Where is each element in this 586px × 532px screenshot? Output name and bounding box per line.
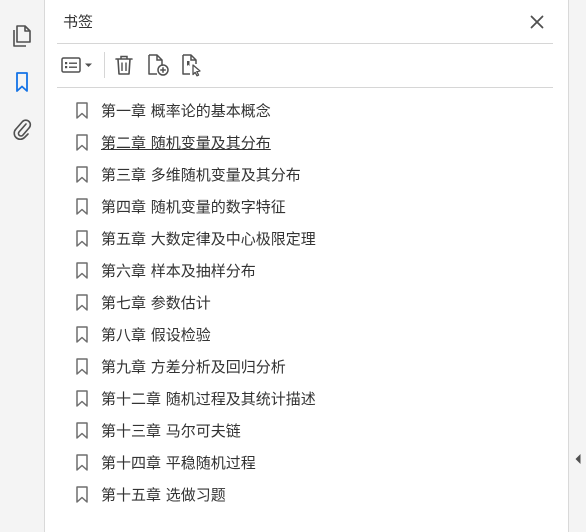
- collapse-panel-button[interactable]: [573, 453, 583, 465]
- bookmark-label: 第九章 方差分析及回归分析: [101, 357, 286, 376]
- delete-icon: [115, 55, 133, 75]
- bookmark-item[interactable]: 第五章 大数定律及中心极限定理: [75, 222, 316, 254]
- close-panel-button[interactable]: [527, 12, 547, 32]
- bookmark-item[interactable]: 第九章 方差分析及回归分析: [75, 350, 316, 382]
- options-menu-icon: [61, 57, 92, 73]
- bookmark-label: 第七章 参数估计: [101, 293, 211, 312]
- bookmark-icon: [75, 421, 89, 439]
- panel-title: 书签: [63, 13, 94, 31]
- bookmark-icon: [75, 293, 89, 311]
- bookmark-icon: [75, 165, 89, 183]
- bookmark-label: 第三章 多维随机变量及其分布: [101, 165, 301, 184]
- bookmark-label: 第十三章 马尔可夫链: [101, 421, 241, 440]
- bookmark-icon: [75, 357, 89, 375]
- chevron-left-icon: [575, 454, 581, 464]
- bookmark-icon: [75, 485, 89, 503]
- bookmark-item[interactable]: 第四章 随机变量的数字特征: [75, 190, 316, 222]
- bookmark-item[interactable]: 第十二章 随机过程及其统计描述: [75, 382, 316, 414]
- bookmark-item[interactable]: 第十三章 马尔可夫链: [75, 414, 316, 446]
- bookmarks-panel: 书签 第一章 概率论的基本概念 第二章 随机变量及其分布 第三章 多维随机变量及…: [45, 0, 568, 532]
- bookmark-item[interactable]: 第十四章 平稳随机过程: [75, 446, 316, 478]
- bookmark-icon: [75, 389, 89, 407]
- bookmark-icon: [75, 261, 89, 279]
- bookmark-label: 第四章 随机变量的数字特征: [101, 197, 286, 216]
- bookmark-item[interactable]: 第三章 多维随机变量及其分布: [75, 158, 316, 190]
- page-thumbnails-icon: [13, 25, 31, 47]
- bookmark-icon: [16, 72, 28, 92]
- header-divider: [57, 43, 553, 44]
- bookmark-icon: [75, 453, 89, 471]
- attachments-button[interactable]: [10, 117, 34, 141]
- bookmark-icon: [75, 133, 89, 151]
- bookmark-item[interactable]: 第七章 参数估计: [75, 286, 316, 318]
- options-menu-button[interactable]: [59, 52, 97, 78]
- close-icon: [530, 15, 544, 29]
- right-pane-edge: [568, 0, 586, 532]
- bookmark-icon: [75, 229, 89, 247]
- navigation-rail: [0, 0, 45, 532]
- bookmark-label: 第五章 大数定律及中心极限定理: [101, 229, 316, 248]
- bookmark-item[interactable]: 第十五章 选做习题: [75, 478, 316, 510]
- bookmark-icon: [75, 101, 89, 119]
- bookmark-from-structure-button[interactable]: [179, 52, 205, 78]
- delete-bookmark-button[interactable]: [111, 52, 137, 78]
- bookmark-icon: [75, 325, 89, 343]
- page-thumbnails-button[interactable]: [10, 24, 34, 48]
- bookmark-label: 第一章 概率论的基本概念: [101, 101, 271, 120]
- new-bookmark-icon: [148, 54, 169, 76]
- chevron-down-icon: [85, 63, 92, 67]
- bookmark-label: 第二章 随机变量及其分布: [101, 133, 271, 152]
- bookmark-label: 第六章 样本及抽样分布: [101, 261, 256, 280]
- attachment-icon: [13, 119, 32, 140]
- bookmarks-panel-button[interactable]: [10, 70, 34, 94]
- bookmark-item[interactable]: 第八章 假设检验: [75, 318, 316, 350]
- bookmark-label: 第十五章 选做习题: [101, 485, 226, 504]
- bookmark-item[interactable]: 第一章 概率论的基本概念: [75, 94, 316, 126]
- new-bookmark-button[interactable]: [145, 52, 171, 78]
- bookmark-label: 第十四章 平稳随机过程: [101, 453, 256, 472]
- toolbar-separator: [104, 52, 105, 78]
- bookmark-icon: [75, 197, 89, 215]
- bookmark-item[interactable]: 第六章 样本及抽样分布: [75, 254, 316, 286]
- bookmark-label: 第十二章 随机过程及其统计描述: [101, 389, 316, 408]
- bookmark-from-structure-icon: [182, 54, 201, 77]
- bookmark-tree: 第一章 概率论的基本概念 第二章 随机变量及其分布 第三章 多维随机变量及其分布…: [75, 94, 316, 510]
- toolbar-divider: [57, 87, 553, 88]
- bookmark-label: 第八章 假设检验: [101, 325, 211, 344]
- bookmark-item[interactable]: 第二章 随机变量及其分布: [75, 126, 316, 158]
